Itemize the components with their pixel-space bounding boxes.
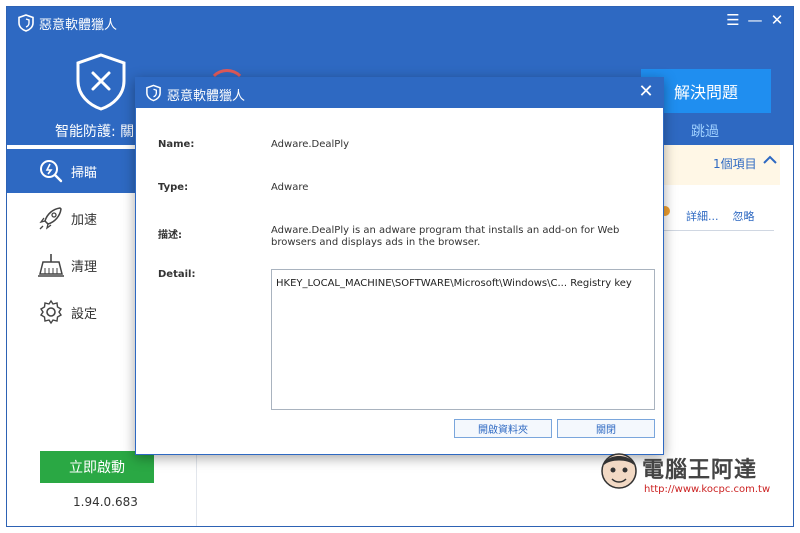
rocket-icon — [37, 204, 65, 232]
gear-icon — [37, 298, 65, 326]
watermark-mascot-icon — [601, 453, 637, 489]
details-link[interactable]: 詳細... — [686, 210, 719, 223]
detail-value: HKEY_LOCAL_MACHINE\SOFTWARE\Microsoft\Wi… — [276, 278, 632, 289]
open-folder-button[interactable]: 開啟資料夾 — [454, 419, 552, 438]
detail-textbox[interactable]: HKEY_LOCAL_MACHINE\SOFTWARE\Microsoft\Wi… — [271, 269, 655, 410]
result-count: 1個項目 — [713, 157, 757, 171]
watermark-url: http://www.kocpc.com.tw — [644, 484, 771, 495]
minimize-icon[interactable]: — — [745, 11, 765, 29]
name-label: Name: — [158, 139, 195, 150]
type-value: Adware — [271, 182, 309, 193]
dialog-title: 惡意軟體獵人 — [167, 89, 246, 104]
watermark-text: 電腦王阿達 — [642, 458, 758, 483]
row-divider — [650, 230, 774, 231]
sidebar-item-label: 清理 — [71, 259, 98, 275]
name-value: Adware.DealPly — [271, 139, 350, 150]
sidebar-item-label: 加速 — [71, 212, 98, 228]
details-dialog: 惡意軟體獵人 ✕ Name: Adware.DealPly Type: Adwa… — [135, 77, 664, 455]
close-icon[interactable]: ✕ — [767, 11, 787, 29]
skip-link[interactable]: 跳過 — [691, 121, 719, 141]
shield-logo-icon — [18, 14, 34, 32]
dialog-header: 惡意軟體獵人 ✕ — [136, 78, 663, 108]
detail-label: Detail: — [158, 269, 196, 280]
type-label: Type: — [158, 182, 189, 193]
description-value: Adware.DealPly is an adware program that… — [271, 225, 620, 248]
sidebar-item-label: 掃瞄 — [71, 165, 98, 181]
protection-status: 智能防護: 關 — [55, 124, 135, 140]
ignore-link[interactable]: 忽略 — [733, 210, 755, 223]
app-title: 惡意軟體獵人 — [39, 18, 118, 33]
sidebar-item-label: 設定 — [71, 306, 98, 322]
version-label: 1.94.0.683 — [73, 495, 138, 509]
broom-icon — [37, 251, 65, 279]
start-now-button[interactable]: 立即啟動 — [40, 451, 154, 483]
protection-shield-icon — [76, 53, 126, 111]
description-label: 描述: — [158, 230, 182, 241]
dialog-close-icon[interactable]: ✕ — [635, 81, 657, 102]
dialog-close-button[interactable]: 關閉 — [557, 419, 655, 438]
result-row-actions: 詳細... 忽略 — [660, 208, 769, 224]
shield-logo-icon — [146, 84, 161, 102]
chevron-up-icon[interactable] — [760, 150, 780, 170]
menu-icon[interactable]: ☰ — [723, 11, 743, 29]
scan-icon — [37, 157, 65, 185]
